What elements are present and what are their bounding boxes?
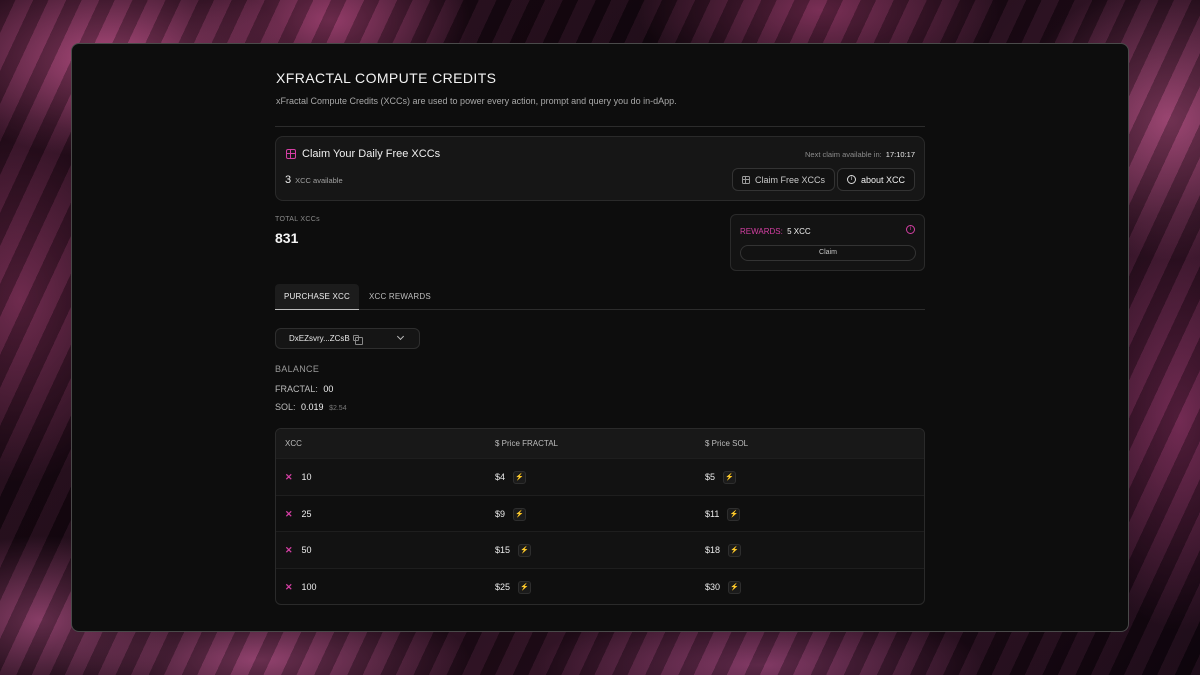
lightning-icon[interactable]: ⚡ (728, 580, 742, 594)
about-xcc-button[interactable]: i about XCC (836, 168, 915, 191)
price-fractal: $9 (495, 508, 506, 519)
fractal-balance-label: FRACTAL: (275, 384, 318, 394)
xcc-amount: 25 (301, 508, 312, 519)
xcc-amount: 100 (301, 581, 317, 592)
rewards-value: 5 XCC (787, 227, 811, 236)
claim-free-xccs-button[interactable]: Claim Free XCCs (731, 168, 835, 191)
table-row[interactable]: ✕ 25 $9 ⚡ $11 ⚡ (276, 494, 924, 532)
tab-bar: PURCHASE XCC XCC REWARDS (275, 284, 925, 310)
fractal-balance: FRACTAL: 00 (275, 384, 333, 394)
xcc-available: 3 XCC available (285, 174, 343, 186)
next-claim-time: 17:10:17 (885, 150, 915, 159)
lightning-icon[interactable]: ⚡ (513, 507, 527, 521)
chevron-down-icon (396, 332, 405, 341)
main-panel: XFRACTAL COMPUTE CREDITS xFractal Comput… (71, 43, 1129, 632)
gift-icon (741, 175, 750, 184)
next-claim-label: Next claim available in: (805, 150, 882, 159)
column-header-xcc: XCC (285, 439, 302, 448)
rewards-label: REWARDS: (740, 227, 783, 236)
copy-icon[interactable] (353, 335, 363, 345)
sol-balance-label: SOL: (275, 402, 296, 412)
lightning-icon[interactable]: ⚡ (727, 507, 741, 521)
lightning-icon[interactable]: ⚡ (518, 580, 532, 594)
lightning-icon[interactable]: ⚡ (518, 544, 532, 558)
daily-claim-header: Claim Your Daily Free XCCs (286, 148, 440, 160)
xcc-available-label: XCC available (295, 176, 343, 185)
price-sol: $5 (705, 472, 716, 482)
rewards-card: REWARDS: 5 XCC i Claim (730, 214, 925, 271)
rewards-summary: REWARDS: 5 XCC (740, 227, 811, 236)
page-title: XFRACTAL COMPUTE CREDITS (276, 70, 497, 86)
rewards-claim-button[interactable]: Claim (740, 245, 916, 261)
lightning-icon[interactable]: ⚡ (513, 471, 527, 485)
xcc-amount: 10 (301, 472, 312, 482)
daily-claim-card: Claim Your Daily Free XCCs Next claim av… (275, 136, 925, 201)
balance-heading: BALANCE (275, 364, 320, 374)
claim-free-xccs-label: Claim Free XCCs (754, 174, 825, 185)
table-header: XCC $ Price FRACTAL $ Price SOL (276, 429, 924, 458)
table-row[interactable]: ✕ 10 $4 ⚡ $5 ⚡ (276, 458, 924, 495)
daily-claim-title: Claim Your Daily Free XCCs (302, 148, 441, 160)
total-xccs-label: TOTAL XCCs (275, 216, 320, 223)
total-xccs-value: 831 (275, 230, 299, 246)
lightning-icon[interactable]: ⚡ (723, 471, 737, 485)
divider (275, 126, 925, 127)
tab-purchase-xcc[interactable]: PURCHASE XCC (275, 284, 359, 310)
next-claim-timer: Next claim available in: 17:10:17 (805, 150, 915, 159)
price-fractal: $25 (495, 581, 511, 592)
price-sol: $18 (705, 545, 721, 555)
gift-icon (286, 149, 296, 159)
wallet-selector[interactable]: DxEZsvry...ZCsB (275, 328, 420, 349)
column-header-price-fractal: $ Price FRACTAL (495, 439, 558, 448)
table-row[interactable]: ✕ 50 $15 ⚡ $18 ⚡ (276, 531, 924, 568)
xcc-available-count: 3 (285, 174, 292, 186)
sol-balance-usd: $2.54 (329, 405, 347, 412)
page-subtitle: xFractal Compute Credits (XCCs) are used… (276, 96, 677, 106)
price-fractal: $15 (495, 545, 511, 555)
info-icon[interactable]: i (906, 225, 915, 234)
fractal-balance-value: 00 (323, 384, 334, 394)
table-body: ✕ 10 $4 ⚡ $5 ⚡ ✕ 25 $9 ⚡ $11 ⚡ ✕ 50 $15 ⚡ $18 ⚡ ✕… (276, 458, 924, 605)
x-logo-icon: ✕ (285, 472, 293, 482)
price-table: XCC $ Price FRACTAL $ Price SOL ✕ 10 $4 ⚡ … (275, 428, 925, 605)
price-sol: $30 (705, 581, 721, 592)
xcc-amount: 50 (301, 545, 312, 555)
info-icon: i (846, 175, 856, 184)
about-xcc-label: about XCC (860, 174, 905, 185)
column-header-price-sol: $ Price SOL (705, 439, 749, 448)
wallet-address: DxEZsvry...ZCsB (289, 334, 350, 343)
sol-balance: SOL: 0.019 $2.54 (275, 402, 347, 412)
x-logo-icon: ✕ (285, 545, 293, 555)
x-logo-icon: ✕ (285, 581, 293, 592)
price-sol: $11 (705, 508, 720, 519)
table-row[interactable]: ✕ 100 $25 ⚡ $30 ⚡ (276, 567, 924, 605)
tab-xcc-rewards[interactable]: XCC REWARDS (360, 284, 440, 310)
x-logo-icon: ✕ (285, 508, 293, 519)
sol-balance-value: 0.019 (301, 402, 324, 412)
price-fractal: $4 (495, 472, 506, 482)
lightning-icon[interactable]: ⚡ (728, 544, 742, 558)
